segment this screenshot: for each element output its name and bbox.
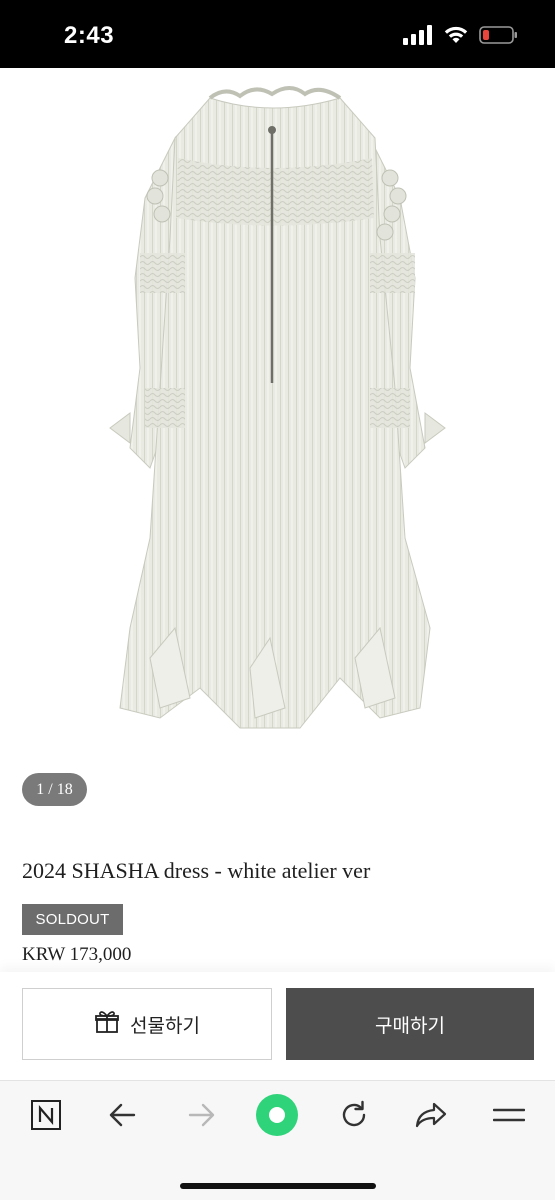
status-icons	[403, 24, 519, 50]
buy-button[interactable]: 구매하기	[286, 988, 534, 1060]
gift-button[interactable]: 선물하기	[22, 988, 272, 1060]
back-button[interactable]	[101, 1095, 145, 1139]
forward-button[interactable]	[179, 1095, 223, 1139]
product-price: KRW 173,000	[22, 944, 132, 965]
status-badge: SOLDOUT	[22, 904, 123, 935]
menu-icon	[492, 1105, 526, 1130]
naver-home-button[interactable]	[24, 1095, 68, 1139]
green-dot-icon	[255, 1093, 299, 1142]
status-time: 2:43	[64, 22, 115, 49]
image-counter: 1 / 18	[22, 773, 87, 806]
action-bar: 선물하기 구매하기	[0, 972, 555, 1080]
browser-toolbar	[0, 1080, 555, 1200]
menu-button[interactable]	[487, 1095, 531, 1139]
product-title: 2024 SHASHA dress - white atelier ver	[22, 858, 371, 883]
reload-button[interactable]	[332, 1095, 376, 1139]
battery-icon	[479, 25, 519, 50]
gift-button-label: 선물하기	[130, 1014, 200, 1037]
back-arrow-icon	[108, 1102, 138, 1133]
status-bar: 2:43	[0, 0, 555, 68]
share-icon	[414, 1101, 448, 1134]
home-indicator	[180, 1183, 376, 1189]
naver-logo-icon	[30, 1099, 62, 1136]
forward-arrow-icon	[186, 1102, 216, 1133]
gift-icon	[94, 1009, 120, 1040]
product-image[interactable]	[0, 68, 555, 768]
buy-button-label: 구매하기	[375, 1014, 445, 1037]
wifi-icon	[443, 25, 469, 50]
dress-image	[109, 86, 446, 729]
green-dot-button[interactable]	[253, 1093, 301, 1141]
reload-icon	[338, 1099, 370, 1136]
signal-icon	[403, 24, 433, 50]
share-button[interactable]	[409, 1095, 453, 1139]
